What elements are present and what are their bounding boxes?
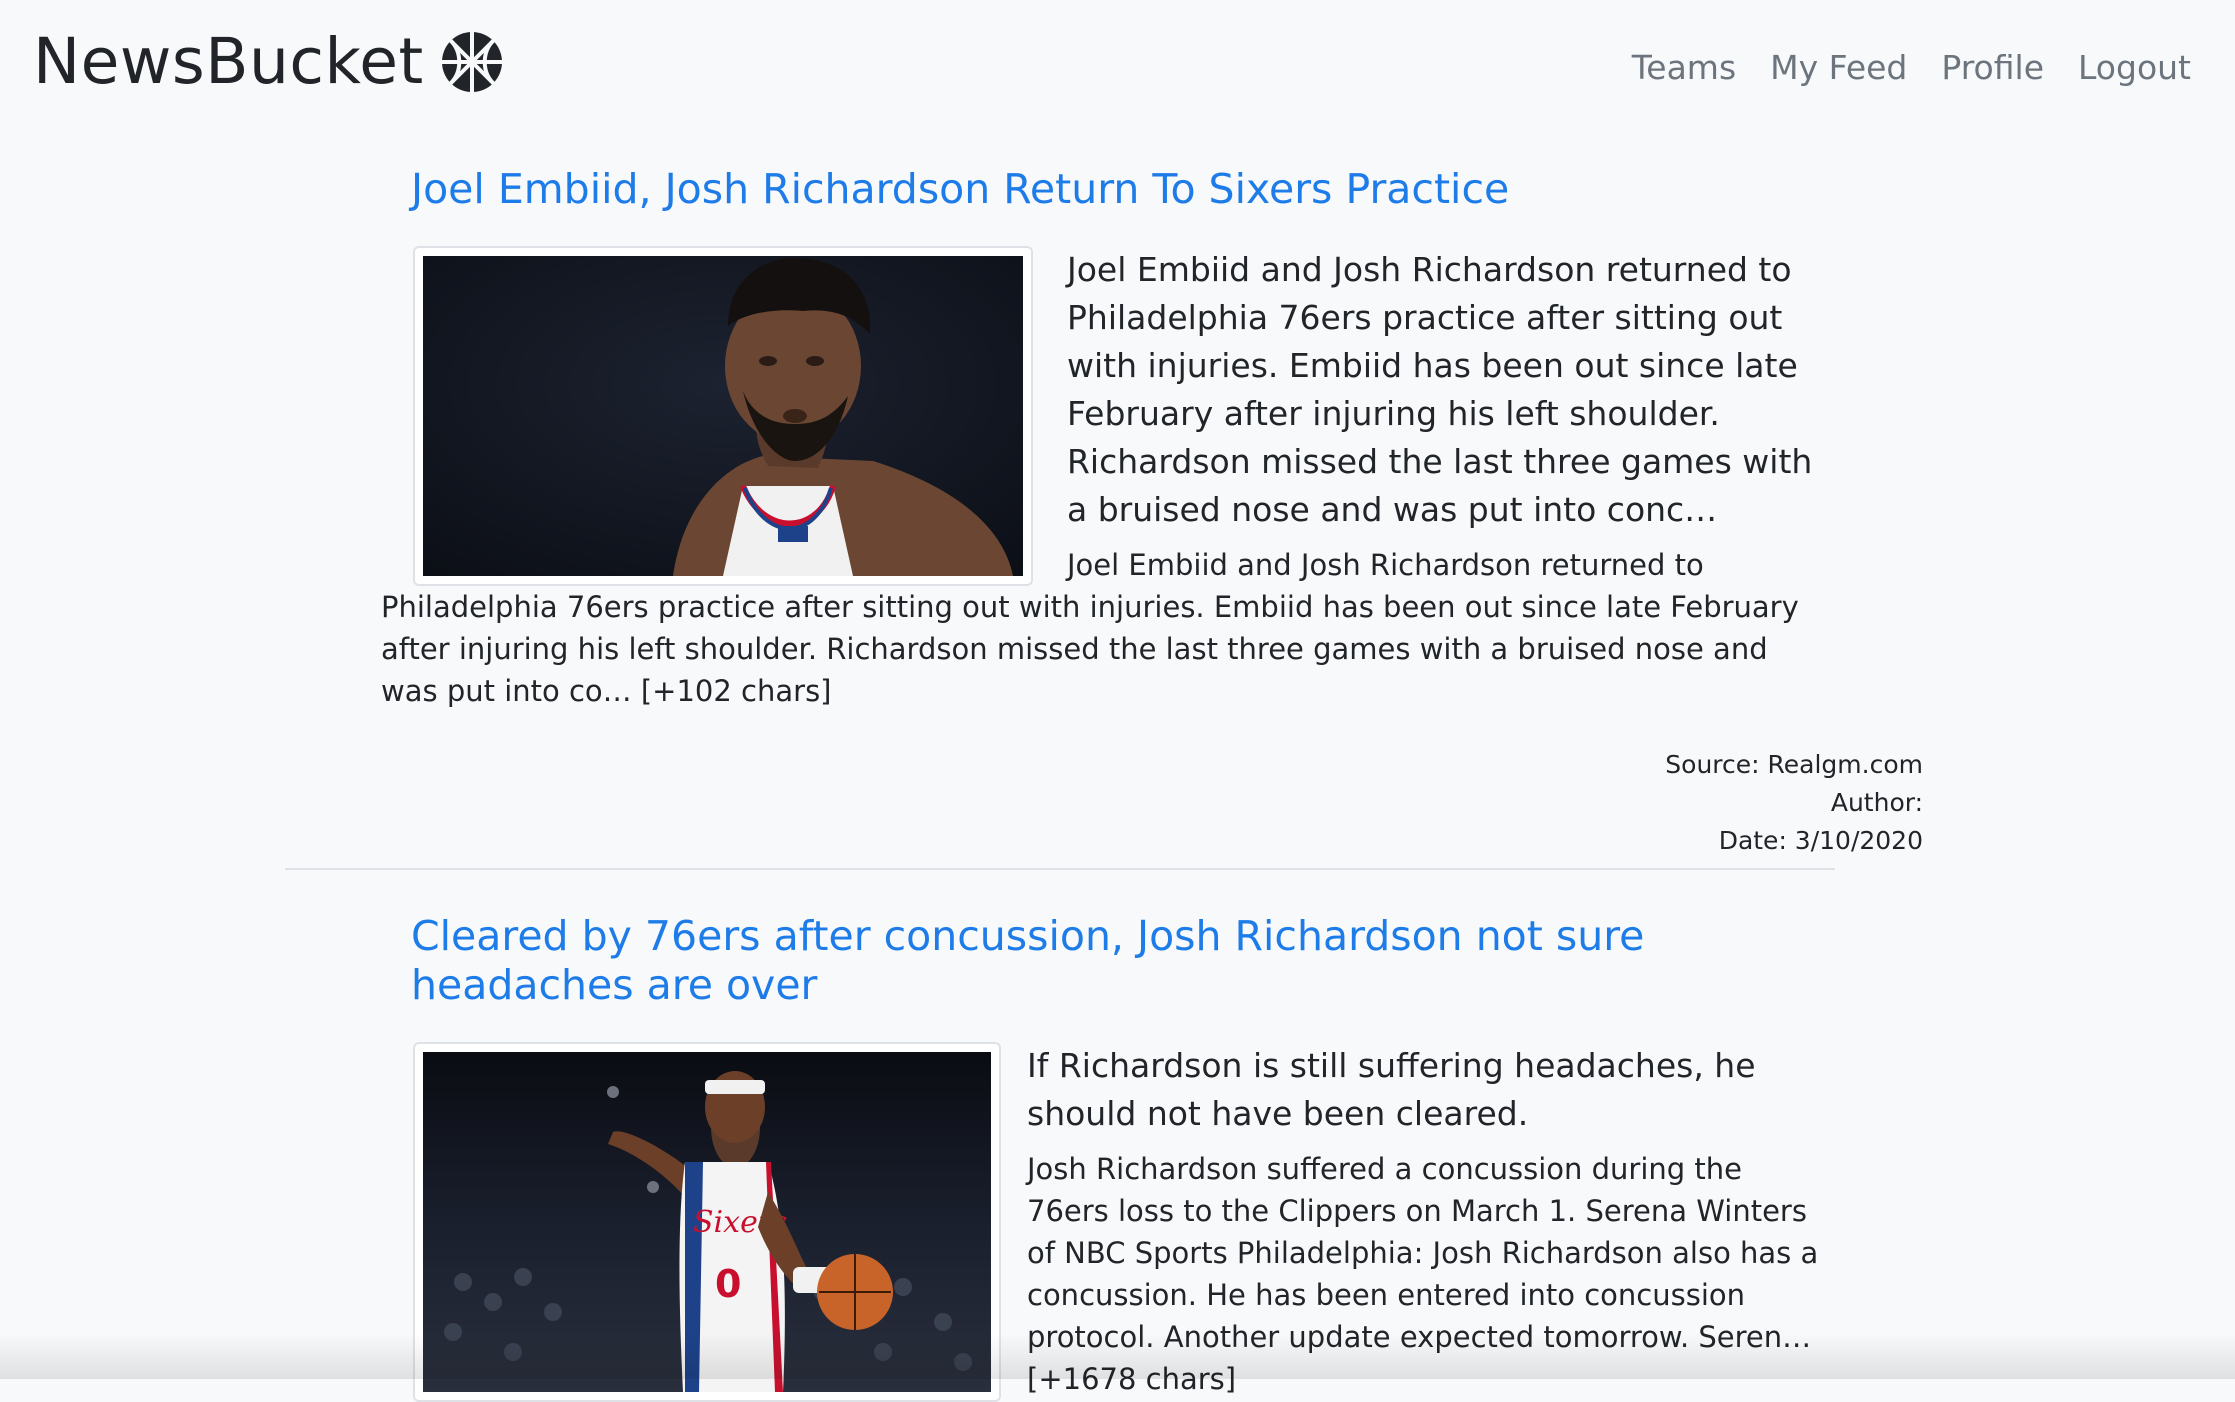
article-thumbnail[interactable] [413, 246, 1033, 586]
basketball-icon [441, 32, 502, 92]
player-photo: Sixers 0 [423, 1052, 991, 1392]
nav-link-logout[interactable]: Logout [2078, 42, 2191, 94]
navbar: NewsBucket Teams My Feed Profile Logout [0, 0, 2235, 125]
article-body: Joel Embiid and Josh Richardson returned… [285, 246, 1923, 860]
article-card: Joel Embiid, Josh Richardson Return To S… [285, 165, 1923, 870]
article-thumbnail[interactable]: Sixers 0 [413, 1042, 1001, 1402]
divider [285, 868, 1835, 870]
nav-link-my-feed[interactable]: My Feed [1770, 42, 1907, 94]
article-card: Cleared by 76ers after concussion, Josh … [285, 912, 1835, 1402]
svg-text:0: 0 [715, 1262, 741, 1306]
article-title-link[interactable]: Joel Embiid, Josh Richardson Return To S… [411, 165, 1791, 214]
brand-name[interactable]: NewsBucket [33, 22, 424, 102]
article-list: Joel Embiid, Josh Richardson Return To S… [285, 165, 1923, 1402]
nav-link-profile[interactable]: Profile [1941, 42, 2044, 94]
nav-link-teams[interactable]: Teams [1632, 42, 1736, 94]
article-date: Date: 3/10/2020 [1718, 826, 1923, 855]
article-meta: Source: Realgm.com Author: Date: 3/10/20… [381, 712, 1923, 860]
article-body: Sixers 0 If Richardson is still sufferin… [285, 1042, 1831, 1402]
brand[interactable]: NewsBucket [33, 22, 504, 102]
article-author: Author: [1830, 788, 1923, 817]
nav-links: Teams My Feed Profile Logout [1632, 42, 2191, 94]
article-title-link[interactable]: Cleared by 76ers after concussion, Josh … [411, 912, 1791, 1010]
article-source: Source: Realgm.com [1665, 750, 1923, 779]
player-photo [423, 256, 1023, 576]
